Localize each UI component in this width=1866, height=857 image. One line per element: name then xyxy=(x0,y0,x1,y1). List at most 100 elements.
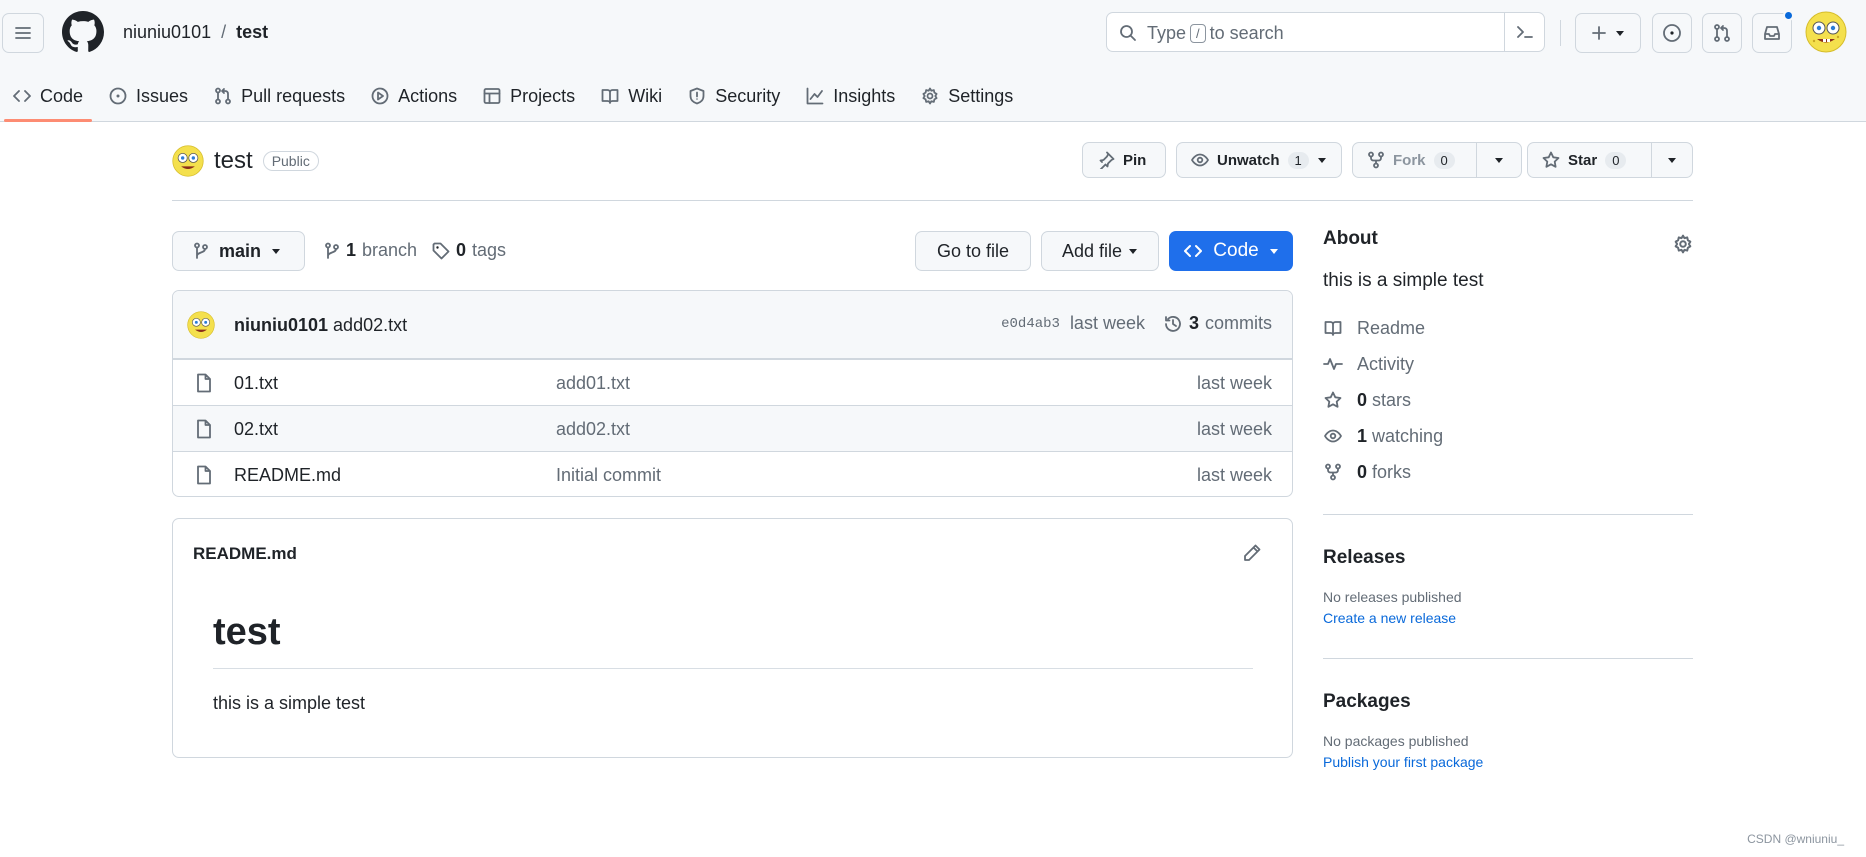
code-icon xyxy=(1184,245,1203,257)
unwatch-button[interactable]: Unwatch 1 xyxy=(1176,142,1342,178)
breadcrumb: niuniu0101 / test xyxy=(123,22,268,43)
branch-icon xyxy=(325,242,339,259)
file-name[interactable]: 02.txt xyxy=(234,419,278,440)
branch-select-button[interactable]: main xyxy=(172,231,305,271)
sidebar: About this is a simple test Readme Activ… xyxy=(1323,228,1693,770)
go-to-file-button[interactable]: Go to file xyxy=(915,231,1031,271)
tab-issues[interactable]: Issues xyxy=(96,70,201,122)
pencil-icon[interactable] xyxy=(1242,543,1262,563)
watching-count: 1 xyxy=(1357,425,1368,446)
commits-link[interactable]: 3 commits xyxy=(1163,313,1272,334)
commit-sha[interactable]: e0d4ab3 xyxy=(1001,316,1060,332)
commit-message[interactable]: add02.txt xyxy=(333,315,407,335)
chevron-down-icon[interactable] xyxy=(1317,155,1327,165)
code-button[interactable]: Code xyxy=(1169,231,1293,271)
breadcrumb-owner[interactable]: niuniu0101 xyxy=(123,22,211,43)
tab-security[interactable]: Security xyxy=(675,70,793,122)
owner-avatar-icon xyxy=(172,145,204,177)
menu-button[interactable] xyxy=(2,13,44,53)
pin-button[interactable]: Pin xyxy=(1082,142,1166,178)
issues-button[interactable] xyxy=(1652,13,1692,53)
table-row[interactable]: README.md Initial commit last week xyxy=(173,451,1292,496)
search-placeholder-prefix: Type xyxy=(1147,23,1187,43)
search-shortcut-key: / xyxy=(1190,24,1206,43)
tab-label: Wiki xyxy=(628,85,663,106)
readme-link[interactable]: Readme xyxy=(1323,310,1693,346)
breadcrumb-repo[interactable]: test xyxy=(236,22,268,43)
fork-count: 0 xyxy=(1433,151,1455,169)
tab-settings[interactable]: Settings xyxy=(908,70,1026,122)
activity-link-label: Activity xyxy=(1357,353,1415,374)
tab-label: Projects xyxy=(510,85,576,106)
file-table: niuniu0101 add02.txt e0d4ab3 last week 3… xyxy=(172,290,1293,497)
commit-count: 3 xyxy=(1188,313,1199,333)
file-commit-message[interactable]: add01.txt xyxy=(556,373,630,394)
branch-icon xyxy=(194,242,208,259)
star-count: 0 xyxy=(1605,151,1627,169)
star-label: Star xyxy=(1568,151,1598,169)
book-icon xyxy=(601,89,619,104)
create-new-button[interactable] xyxy=(1575,13,1641,53)
file-commit-message[interactable]: Initial commit xyxy=(556,465,661,486)
search-input[interactable]: Type / to search xyxy=(1106,12,1545,52)
tab-label: Issues xyxy=(136,85,189,106)
pull-request-icon xyxy=(215,87,231,105)
stars-link[interactable]: 0 stars xyxy=(1323,382,1693,418)
divider xyxy=(172,200,1693,201)
pull-requests-button[interactable] xyxy=(1702,13,1742,53)
forks-link[interactable]: 0 forks xyxy=(1323,454,1693,490)
fork-icon xyxy=(1368,151,1384,169)
table-row[interactable]: 01.txt add01.txt last week xyxy=(173,359,1292,405)
author-avatar-icon[interactable] xyxy=(187,311,215,339)
file-name[interactable]: README.md xyxy=(234,465,341,486)
code-button-label: Code xyxy=(1213,240,1259,261)
tab-wiki[interactable]: Wiki xyxy=(588,70,675,122)
packages-title[interactable]: Packages xyxy=(1323,691,1693,713)
tab-label: Security xyxy=(715,85,781,106)
repo-nav-tabs: Code Issues Pull requests Actions Projec… xyxy=(0,70,1026,122)
repo-title: test Public xyxy=(172,145,319,177)
releases-title[interactable]: Releases xyxy=(1323,547,1693,569)
commit-author[interactable]: niuniu0101 xyxy=(234,315,328,335)
readme-filename[interactable]: README.md xyxy=(193,544,297,564)
branch-count: 1 xyxy=(346,240,357,260)
table-row[interactable]: 02.txt add02.txt last week xyxy=(173,405,1292,451)
play-icon xyxy=(371,87,389,105)
branches-link[interactable]: 1 branch xyxy=(324,240,417,261)
fork-dropdown[interactable] xyxy=(1475,143,1521,177)
publish-package-link[interactable]: Publish your first package xyxy=(1323,754,1693,770)
fork-button[interactable]: Fork 0 xyxy=(1352,142,1522,178)
tab-code[interactable]: Code xyxy=(0,70,96,122)
command-palette-button[interactable] xyxy=(1504,12,1544,52)
global-header: niuniu0101 / test Type / to search Code … xyxy=(0,0,1866,122)
search-icon xyxy=(1120,25,1136,41)
file-age: last week xyxy=(1196,373,1272,393)
file-name[interactable]: 01.txt xyxy=(234,373,278,394)
star-dropdown[interactable] xyxy=(1650,143,1692,177)
add-file-button[interactable]: Add file xyxy=(1041,231,1159,271)
user-avatar[interactable] xyxy=(1805,11,1847,53)
tab-projects[interactable]: Projects xyxy=(470,70,588,122)
table-icon xyxy=(483,88,501,104)
branch-word: branch xyxy=(362,240,418,260)
tab-pull-requests[interactable]: Pull requests xyxy=(201,70,358,122)
terminal-icon xyxy=(1516,26,1533,38)
gear-icon[interactable] xyxy=(1673,234,1693,254)
stars-count: 0 xyxy=(1357,389,1368,410)
repo-name[interactable]: test xyxy=(214,147,253,175)
github-logo-icon[interactable] xyxy=(62,11,104,53)
star-button[interactable]: Star 0 xyxy=(1527,142,1693,178)
tab-actions[interactable]: Actions xyxy=(358,70,470,122)
packages-section: Packages No packages published Publish y… xyxy=(1323,691,1693,770)
spongebob-avatar-icon xyxy=(1805,11,1847,53)
file-commit-message[interactable]: add02.txt xyxy=(556,419,630,440)
create-release-link[interactable]: Create a new release xyxy=(1323,610,1693,626)
breadcrumb-separator: / xyxy=(221,22,227,42)
activity-link[interactable]: Activity xyxy=(1323,346,1693,382)
watching-link[interactable]: 1 watching xyxy=(1323,418,1693,454)
inbox-icon xyxy=(1764,26,1780,40)
tab-label: Pull requests xyxy=(241,85,346,106)
tab-insights[interactable]: Insights xyxy=(793,70,908,122)
pull-request-icon xyxy=(1714,24,1730,42)
tags-link[interactable]: 0 tags xyxy=(432,240,506,261)
